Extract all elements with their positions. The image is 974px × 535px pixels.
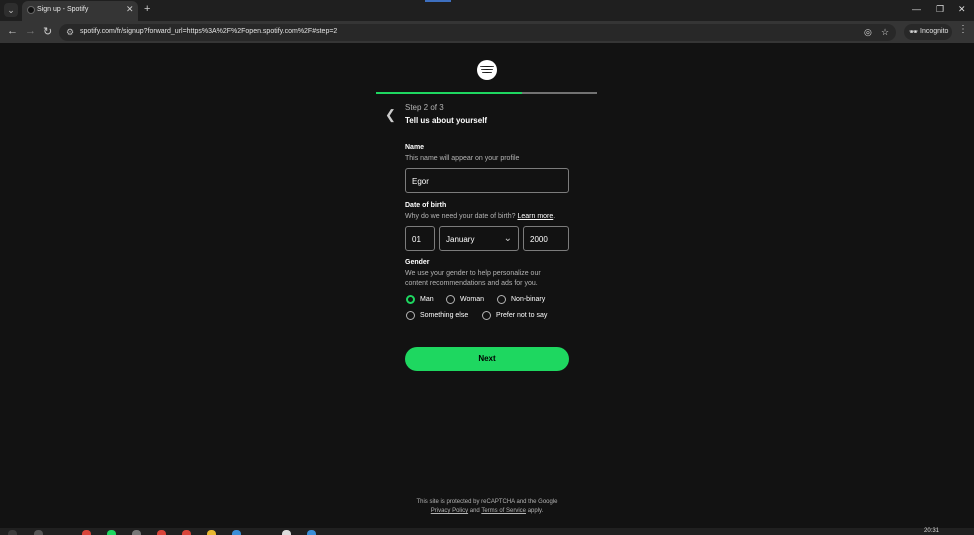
back-chevron-icon[interactable]: ❮ <box>385 107 396 123</box>
browser-toolbar: ← → ↻ ⚙ spotify.com/fr/signup?forward_ur… <box>0 21 974 43</box>
dob-hint-suffix: . <box>553 213 556 220</box>
gender-option-man[interactable]: Man <box>420 296 434 303</box>
dob-year-input[interactable]: 2000 <box>523 226 569 251</box>
footer-line1: This site is protected by reCAPTCHA and … <box>416 499 558 505</box>
close-window-icon[interactable]: ✕ <box>958 4 966 15</box>
terms-of-service-link[interactable]: Terms of Service <box>481 508 526 514</box>
dob-year-value: 2000 <box>530 235 548 244</box>
gender-radio-prefer-not-to-say[interactable] <box>482 311 491 320</box>
gender-option-non-binary[interactable]: Non-binary <box>511 296 545 303</box>
browser-tab-bar: ⌄ Sign up - Spotify ✕ + — ❐ ✕ <box>0 0 974 21</box>
step-label: Step 2 of 3 <box>405 103 444 112</box>
gender-radio-man[interactable] <box>406 295 415 304</box>
name-label: Name <box>405 144 425 151</box>
browser-tab[interactable]: Sign up - Spotify ✕ <box>22 1 138 21</box>
tab-search-chevron-icon[interactable]: ⌄ <box>4 3 18 17</box>
footer-apply: apply. <box>527 508 544 514</box>
next-button[interactable]: Next <box>405 347 569 371</box>
signup-progress-bar <box>376 92 597 94</box>
gender-option-something-else[interactable]: Something else <box>420 312 468 319</box>
spotify-favicon-icon <box>27 6 35 14</box>
taskbar-search-icon[interactable] <box>34 530 43 535</box>
recaptcha-footer: This site is protected by reCAPTCHA and … <box>386 498 588 516</box>
chevron-down-icon: ⌄ <box>503 233 512 244</box>
taskbar-clock: 20:31 <box>924 528 940 534</box>
new-tab-icon[interactable]: + <box>144 3 150 15</box>
incognito-icon: 🕶 <box>909 29 918 36</box>
gender-radio-woman[interactable] <box>446 295 455 304</box>
address-bar[interactable]: ⚙ spotify.com/fr/signup?forward_url=http… <box>59 24 896 41</box>
step-title: Tell us about yourself <box>405 116 488 125</box>
taskbar-chrome-icon[interactable] <box>157 530 166 535</box>
footer-line2: Privacy Policy and Terms of Service appl… <box>386 507 588 516</box>
bookmark-star-icon[interactable]: ☆ <box>881 27 889 38</box>
taskbar-folder-icon[interactable] <box>207 530 216 535</box>
dob-month-value: January <box>446 235 475 244</box>
incognito-badge[interactable]: 🕶 Incognito <box>904 24 952 40</box>
signup-progress-fill <box>376 92 522 94</box>
name-input-value: Egor <box>412 177 429 186</box>
gender-hint-line2: content recommendations and ads for you. <box>405 280 538 287</box>
back-arrow-icon[interactable]: ← <box>7 25 18 37</box>
taskbar-spotify-icon[interactable] <box>107 530 116 535</box>
gender-radio-something-else[interactable] <box>406 311 415 320</box>
gender-label: Gender <box>405 259 430 266</box>
tracking-eye-off-icon[interactable]: ◎ <box>864 27 872 38</box>
dob-day-input[interactable]: 01 <box>405 226 435 251</box>
taskbar-app-icon[interactable] <box>232 530 241 535</box>
spotify-logo-icon <box>477 60 497 80</box>
dob-month-select[interactable]: January ⌄ <box>439 226 519 251</box>
taskbar-app-icon[interactable] <box>82 530 91 535</box>
tab-title: Sign up - Spotify <box>37 6 89 13</box>
name-hint: This name will appear on your profile <box>405 155 520 162</box>
forward-arrow-icon[interactable]: → <box>25 25 36 37</box>
url-text: spotify.com/fr/signup?forward_url=https%… <box>80 28 338 35</box>
incognito-label: Incognito <box>920 28 949 35</box>
dob-hint-text: Why do we need your date of birth? <box>405 213 516 220</box>
learn-more-link[interactable]: Learn more <box>517 213 553 220</box>
gender-option-woman[interactable]: Woman <box>460 296 484 303</box>
tab-close-icon[interactable]: ✕ <box>126 4 134 15</box>
reload-icon[interactable]: ↻ <box>43 25 52 38</box>
start-icon[interactable] <box>8 530 17 535</box>
footer-and: and <box>469 508 480 514</box>
taskbar-app-icon[interactable] <box>282 530 291 535</box>
dob-day-value: 01 <box>412 235 421 244</box>
site-info-icon[interactable]: ⚙ <box>66 27 74 38</box>
window-accent-line <box>425 0 451 2</box>
restore-icon[interactable]: ❐ <box>936 4 944 15</box>
name-input[interactable]: Egor <box>405 168 569 193</box>
taskbar-app-icon[interactable] <box>132 530 141 535</box>
os-taskbar: 20:31 <box>0 528 974 535</box>
gender-radio-non-binary[interactable] <box>497 295 506 304</box>
taskbar-app-icon[interactable] <box>307 530 316 535</box>
dob-hint: Why do we need your date of birth? Learn… <box>405 211 555 222</box>
dob-label: Date of birth <box>405 202 447 209</box>
minimize-icon[interactable]: — <box>912 4 921 14</box>
privacy-policy-link[interactable]: Privacy Policy <box>431 508 468 514</box>
browser-menu-icon[interactable]: ⋮ <box>958 24 968 35</box>
taskbar-app-icon[interactable] <box>182 530 191 535</box>
gender-option-prefer-not-to-say[interactable]: Prefer not to say <box>496 312 547 319</box>
